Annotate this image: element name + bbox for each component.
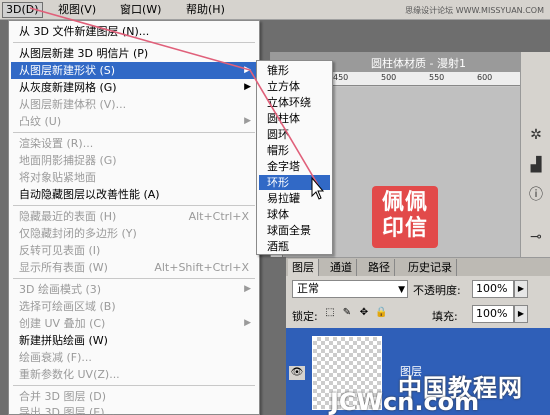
tab-paths[interactable]: 路径 [364,259,395,276]
menu-window[interactable]: 窗口(W) [117,2,164,18]
menu-item-3d-paint-mode[interactable]: 3D 绘画模式 (3) ▶ [11,281,257,298]
submenu-item-hat[interactable]: 帽形 [259,143,330,158]
document-tab-title: 圆柱体材质 - 漫射1 [371,57,466,70]
menu-item-repousse[interactable]: 凸纹 (U) ▶ [11,113,257,130]
brand-watermark-url: JCWcn.com [330,388,480,415]
menu-item-auto-hide-layers[interactable]: 自动隐藏图层以改善性能 (A) [11,186,257,203]
tab-history[interactable]: 历史记录 [404,259,457,276]
menu-item-create-uv-overlay[interactable]: 创建 UV 叠加 (C) ▶ [11,315,257,332]
opacity-label: 不透明度: [413,284,461,297]
fill-input[interactable]: 100% [472,305,514,323]
submenu-item-ring[interactable]: 环形 [259,175,330,190]
menu-item-merge-3d-layers[interactable]: 合并 3D 图层 (D) [11,388,257,405]
lock-brush-icon[interactable]: ✎ [341,307,353,319]
submenu-arrow-icon: ▶ [244,284,251,294]
wheel-icon[interactable]: ✲ [527,126,545,144]
menu-separator [13,205,255,206]
menu-separator [13,132,255,133]
histogram-icon[interactable]: ▟ [527,156,545,174]
menu-item-export-3d-layer[interactable]: 导出 3D 图层 (E)... [11,404,257,415]
fill-label: 填充: [432,310,458,323]
submenu-arrow-icon: ▶ [244,82,251,92]
tab-channels[interactable]: 通道 [326,259,357,276]
menu-item-invert-visible-surfaces[interactable]: 反转可见表面 (I) [11,242,257,259]
menu-item-hide-nearest-surface[interactable]: 隐藏最近的表面 (H) Alt+Ctrl+X [11,208,257,225]
submenu-item-pyramid[interactable]: 金字塔 [259,159,330,174]
menu-item-new-tiled-painting[interactable]: 新建拼贴绘画 (W) [11,332,257,349]
fill-slider-button[interactable]: ▶ [514,305,528,323]
menu-item-ground-shadow-catcher[interactable]: 地面阴影捕捉器 (G) [11,152,257,169]
menu-item-reparameterize-uv[interactable]: 重新参数化 UV(Z)... [11,366,257,383]
ruler-number: 550 [429,73,445,82]
submenu-item-wine-bottle[interactable]: 酒瓶 [259,239,330,254]
info-icon[interactable]: ⓘ [527,186,545,204]
menu-3d[interactable]: 3D(D) [2,2,43,18]
submenu-item-cylinder[interactable]: 圆柱体 [259,111,330,126]
submenu-arrow-icon: ▶ [244,65,251,75]
lock-label: 锁定: [292,310,318,323]
ruler-number: 600 [477,73,493,82]
menu-item-new-3d-postcard[interactable]: 从图层新建 3D 明信片 (P) [11,45,257,62]
lock-all-icon[interactable]: 🔒 [375,307,387,319]
seal-image: 佩佩 印信 [372,186,438,248]
lock-transparent-icon[interactable]: ⬚ [324,307,336,319]
eye-icon[interactable]: 👁 [289,366,305,380]
blend-mode-value: 正常 [297,282,319,295]
layers-tabs: 图层 通道 路径 历史记录 [286,258,550,276]
menu-item-new-from-3d-file[interactable]: 从 3D 文件新建图层 (N)... [11,23,257,40]
submenu-item-donut[interactable]: 圆环 [259,127,330,142]
menu-item-mesh-from-grayscale[interactable]: 从灰度新建网格 (G) ▶ [11,79,257,96]
blend-mode-select[interactable]: 正常 ▼ [292,280,408,298]
submenu-item-cone[interactable]: 锥形 [259,63,330,78]
submenu-item-spherical-panorama[interactable]: 球面全景 [259,223,330,238]
chevron-down-icon: ▼ [398,285,405,295]
ruler-number: 450 [333,73,349,82]
ruler-number: 500 [381,73,397,82]
submenu-arrow-icon: ▶ [244,116,251,126]
menu-help[interactable]: 帮助(H) [183,2,228,18]
menu-item-hide-enclosed-polygons[interactable]: 仅隐藏封闭的多边形 (Y) [11,225,257,242]
menu-item-snap-to-ground[interactable]: 将对象贴紧地面 [11,169,257,186]
menu-view[interactable]: 视图(V) [55,2,99,18]
menu-item-render-settings[interactable]: 渲染设置 (R)... [11,135,257,152]
right-toolbar: ✲ ▟ ⓘ ⊸ [520,52,550,257]
opacity-slider-button[interactable]: ▶ [514,280,528,298]
menu-item-paint-falloff[interactable]: 绘画衰减 (F)... [11,349,257,366]
submenu-item-sphere[interactable]: 球体 [259,207,330,222]
opacity-input[interactable]: 100% [472,280,514,298]
menu-bar: 3D(D) 视图(V) 窗口(W) 帮助(H) 思缘设计论坛 WWW.MISSY… [0,0,550,20]
seal-text: 佩佩 印信 [381,190,428,241]
menu-item-new-shape-from-layer[interactable]: 从图层新建形状 (S) ▶ [11,62,257,79]
menu-separator [13,278,255,279]
lock-move-icon[interactable]: ✥ [358,307,370,319]
menu-separator [13,42,255,43]
adjust-icon[interactable]: ⊸ [527,228,545,246]
submenu-item-cube[interactable]: 立方体 [259,79,330,94]
submenu-item-soda-can[interactable]: 易拉罐 [259,191,330,206]
menu-item-reveal-all-surfaces[interactable]: 显示所有表面 (W) Alt+Shift+Ctrl+X [11,259,257,276]
tab-layers[interactable]: 图层 [288,259,319,276]
watermark-text: 思缘设计论坛 WWW.MISSYUAN.COM [405,6,544,15]
submenu-arrow-icon: ▶ [244,318,251,328]
menu-item-select-paintable-areas[interactable]: 选择可绘画区域 (B) [11,298,257,315]
menu-separator [13,385,255,386]
shape-submenu: 锥形 立方体 立体环绕 圆柱体 圆环 帽形 金字塔 环形 易拉罐 球体 球面全景… [256,60,333,255]
submenu-item-cube-wrap[interactable]: 立体环绕 [259,95,330,110]
menu-item-new-volume[interactable]: 从图层新建体积 (V)... [11,96,257,113]
3d-dropdown-menu: 从 3D 文件新建图层 (N)... 从图层新建 3D 明信片 (P) 从图层新… [8,20,260,415]
